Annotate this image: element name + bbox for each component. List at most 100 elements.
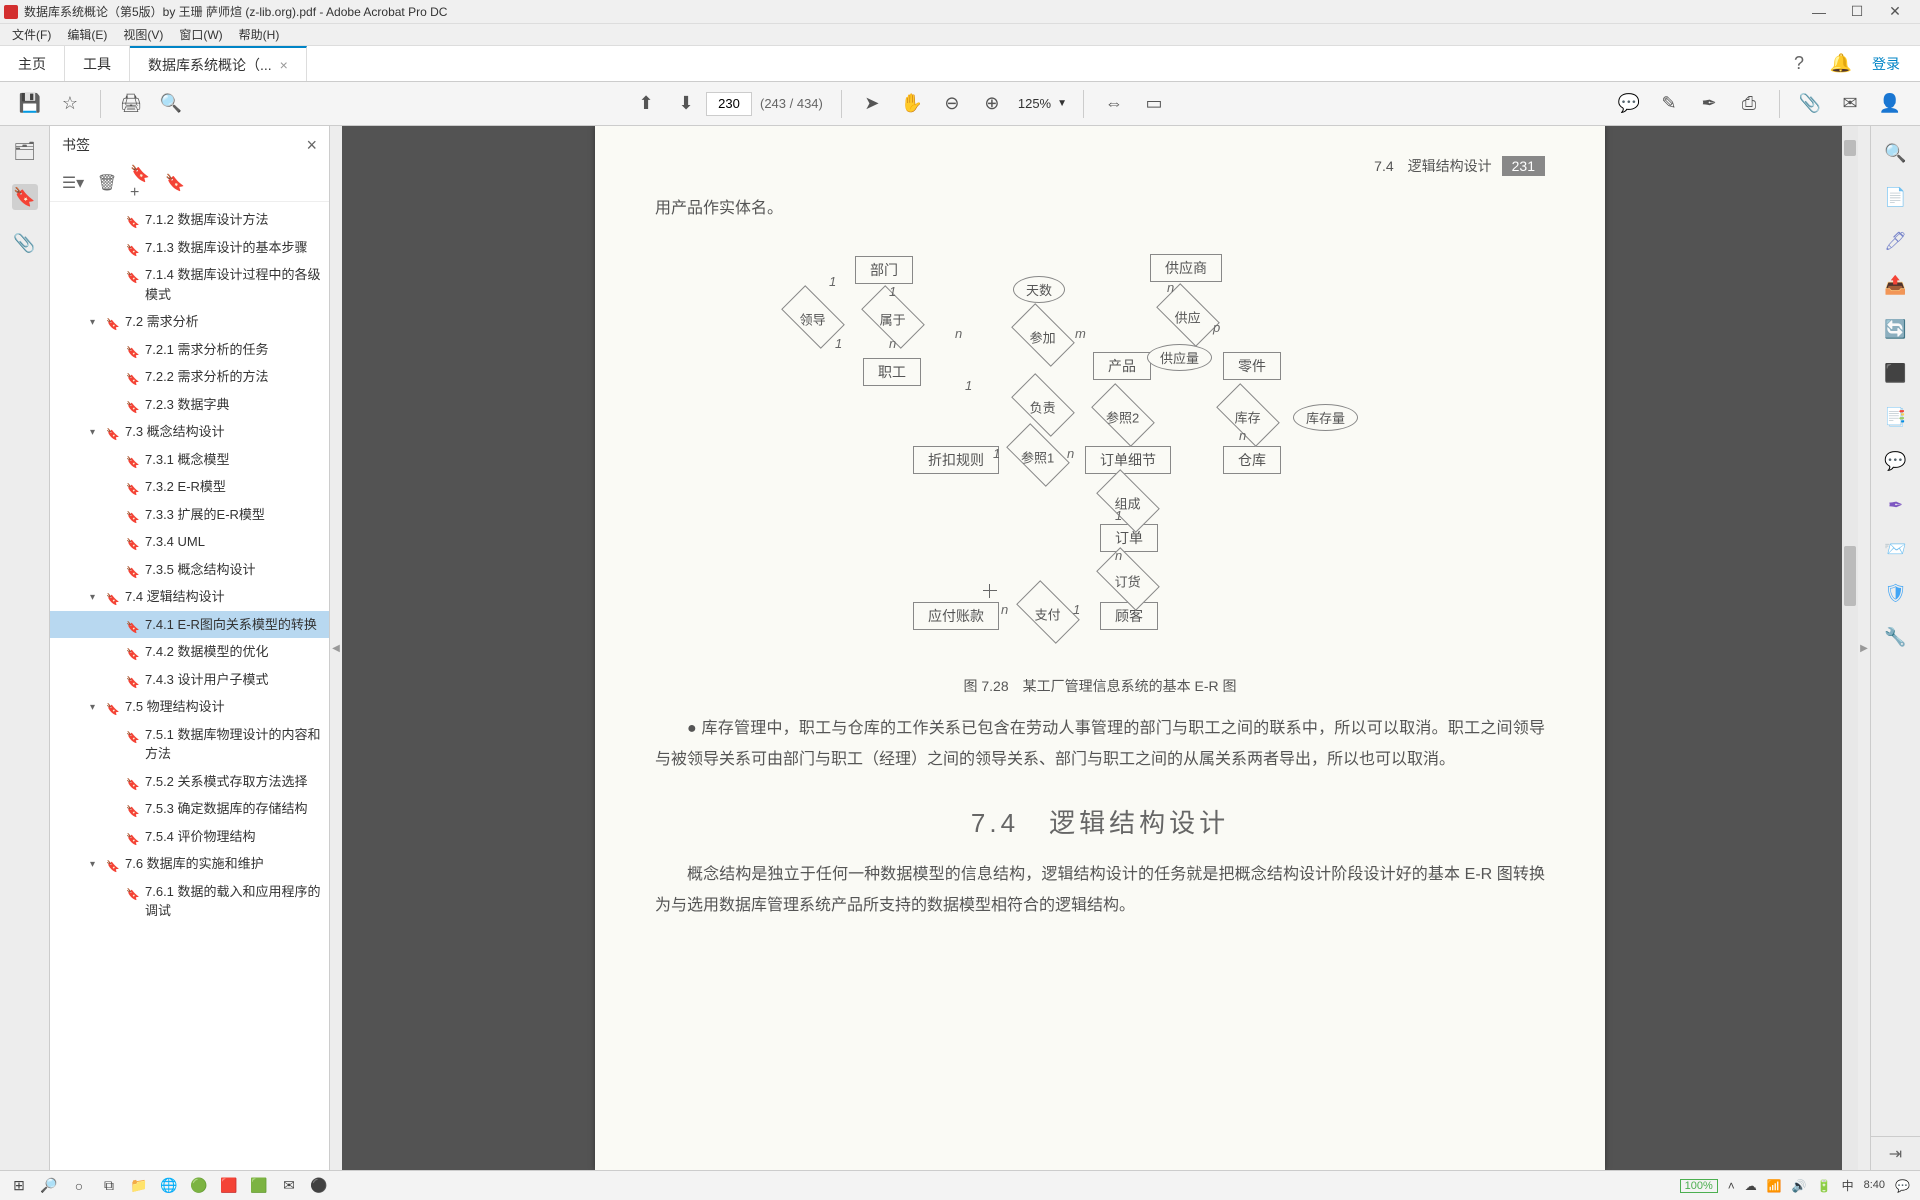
- bookmark-item[interactable]: 7.1.3 数据库设计的基本步骤: [50, 234, 329, 262]
- sign-icon[interactable]: ✒: [1695, 90, 1723, 118]
- combine-icon[interactable]: ⬛: [1883, 360, 1909, 386]
- taskview-icon[interactable]: ⧉: [94, 1173, 124, 1199]
- vertical-scrollbar[interactable]: [1842, 126, 1858, 1170]
- help-icon[interactable]: ?: [1788, 53, 1810, 75]
- bookmark-item[interactable]: ▾7.3 概念结构设计: [50, 418, 329, 446]
- fit-width-icon[interactable]: ⇔: [1100, 90, 1128, 118]
- bookmark-item[interactable]: ▾7.2 需求分析: [50, 308, 329, 336]
- bookmark-item[interactable]: 7.1.2 数据库设计方法: [50, 206, 329, 234]
- tray-cloud-icon[interactable]: ☁: [1745, 1179, 1757, 1193]
- create-pdf-icon[interactable]: 📄: [1883, 184, 1909, 210]
- tray-up-icon[interactable]: ˄: [1728, 1179, 1735, 1193]
- zoom-out-icon[interactable]: ⊖: [938, 90, 966, 118]
- explorer-icon[interactable]: 📁: [124, 1173, 154, 1199]
- zoom-in-icon[interactable]: ⊕: [978, 90, 1006, 118]
- edge-icon[interactable]: 🌐: [154, 1173, 184, 1199]
- bookmark-item[interactable]: 7.6.1 数据的载入和应用程序的调试: [50, 878, 329, 925]
- page-number-input[interactable]: [706, 92, 752, 116]
- bookmark-item[interactable]: 7.5.3 确定数据库的存储结构: [50, 795, 329, 823]
- mail-icon[interactable]: ✉: [274, 1173, 304, 1199]
- bookmark-item[interactable]: 7.5.2 关系模式存取方法选择: [50, 768, 329, 796]
- star-icon[interactable]: ☆: [56, 90, 84, 118]
- edit-pdf-icon[interactable]: 🖊: [1883, 228, 1909, 254]
- save-icon[interactable]: 💾: [16, 90, 44, 118]
- obs-icon[interactable]: ⚫: [304, 1173, 334, 1199]
- thumbnails-icon[interactable]: 🗂: [12, 138, 38, 164]
- menu-edit[interactable]: 编辑(E): [59, 26, 115, 43]
- tab-tools[interactable]: 工具: [65, 46, 130, 81]
- menu-window[interactable]: 窗口(W): [171, 26, 230, 43]
- expand-right-icon[interactable]: ⇥: [1871, 1136, 1920, 1170]
- bm-options-icon[interactable]: ☰▾: [62, 172, 84, 194]
- tray-volume-icon[interactable]: 🔊: [1792, 1179, 1807, 1193]
- share-icon[interactable]: 📎: [1796, 90, 1824, 118]
- bookmark-item[interactable]: 7.5.4 评价物理结构: [50, 823, 329, 851]
- bookmark-item[interactable]: 7.2.1 需求分析的任务: [50, 336, 329, 364]
- search-icon[interactable]: 🔍: [157, 90, 185, 118]
- bookmark-item[interactable]: 7.3.4 UML: [50, 528, 329, 556]
- bookmark-item[interactable]: 7.2.3 数据字典: [50, 391, 329, 419]
- tray-wifi-icon[interactable]: 📶: [1767, 1179, 1782, 1193]
- page-down-icon[interactable]: ⬇: [672, 90, 700, 118]
- start-icon[interactable]: ⊞: [4, 1173, 34, 1199]
- send-review-icon[interactable]: 📨: [1883, 536, 1909, 562]
- bookmark-toggle-icon[interactable]: ▾: [90, 590, 104, 605]
- bookmark-toggle-icon[interactable]: ▾: [90, 700, 104, 715]
- highlight-icon[interactable]: ✎: [1655, 90, 1683, 118]
- scroll-thumb[interactable]: [1844, 546, 1856, 606]
- bookmark-item[interactable]: 7.3.3 扩展的E-R模型: [50, 501, 329, 529]
- tray-battery-icon[interactable]: 🔋: [1817, 1179, 1832, 1193]
- login-link[interactable]: 登录: [1872, 54, 1900, 74]
- maximize-button[interactable]: ☐: [1848, 3, 1866, 21]
- bookmark-item[interactable]: ▾7.5 物理结构设计: [50, 693, 329, 721]
- tray-time[interactable]: 8:40: [1864, 1179, 1885, 1191]
- more-tools-icon[interactable]: 🔧: [1883, 624, 1909, 650]
- tray-zoom-badge[interactable]: 100%: [1680, 1179, 1718, 1193]
- menu-file[interactable]: 文件(F): [4, 26, 59, 43]
- tab-close-icon[interactable]: ×: [280, 57, 288, 73]
- pointer-icon[interactable]: ➤: [858, 90, 886, 118]
- bookmark-toggle-icon[interactable]: ▾: [90, 857, 104, 872]
- scroll-up-icon[interactable]: [1844, 140, 1856, 156]
- fill-sign-icon[interactable]: ✒: [1883, 492, 1909, 518]
- menu-view[interactable]: 视图(V): [115, 26, 171, 43]
- email-icon[interactable]: ✉: [1836, 90, 1864, 118]
- bm-delete-icon[interactable]: 🗑: [96, 172, 118, 194]
- close-panel-icon[interactable]: ×: [306, 135, 317, 156]
- minimize-button[interactable]: —: [1810, 3, 1828, 21]
- hand-icon[interactable]: ✋: [898, 90, 926, 118]
- print-icon[interactable]: 🖨: [117, 90, 145, 118]
- wechat-icon[interactable]: 🟩: [244, 1173, 274, 1199]
- export-pdf-icon[interactable]: 📤: [1883, 272, 1909, 298]
- attachments-icon[interactable]: 📎: [12, 230, 38, 256]
- bookmarks-icon[interactable]: 🔖: [12, 184, 38, 210]
- bookmark-item[interactable]: 7.5.1 数据库物理设计的内容和方法: [50, 721, 329, 768]
- notification-icon[interactable]: 🔔: [1830, 53, 1852, 75]
- redact-icon[interactable]: 📑: [1883, 404, 1909, 430]
- fit-page-icon[interactable]: ▭: [1140, 90, 1168, 118]
- comment-icon[interactable]: 💬: [1615, 90, 1643, 118]
- bookmark-toggle-icon[interactable]: ▾: [90, 315, 104, 330]
- bookmark-item[interactable]: 7.3.1 概念模型: [50, 446, 329, 474]
- tab-home[interactable]: 主页: [0, 46, 65, 81]
- bookmark-item[interactable]: 7.4.1 E-R图向关系模型的转换: [50, 611, 329, 639]
- bookmark-toggle-icon[interactable]: ▾: [90, 425, 104, 440]
- menu-help[interactable]: 帮助(H): [231, 26, 288, 43]
- bm-find-icon[interactable]: 🔖: [164, 172, 186, 194]
- collapse-sidebar-handle[interactable]: ◀: [330, 126, 342, 1170]
- tray-notifications-icon[interactable]: 💬: [1895, 1179, 1910, 1193]
- search-taskbar-icon[interactable]: 🔎: [34, 1173, 64, 1199]
- close-button[interactable]: ✕: [1886, 3, 1904, 21]
- bookmark-item[interactable]: 7.4.3 设计用户子模式: [50, 666, 329, 694]
- bookmark-item[interactable]: 7.4.2 数据模型的优化: [50, 638, 329, 666]
- people-icon[interactable]: 👤: [1876, 90, 1904, 118]
- bookmark-item[interactable]: ▾7.6 数据库的实施和维护: [50, 850, 329, 878]
- collapse-right-handle[interactable]: ▶: [1858, 126, 1870, 1170]
- bookmark-item[interactable]: 7.3.5 概念结构设计: [50, 556, 329, 584]
- stamp-icon[interactable]: ⎙: [1735, 90, 1763, 118]
- organize-icon[interactable]: 🔄: [1883, 316, 1909, 342]
- zoom-dropdown[interactable]: 125% ▼: [1012, 96, 1073, 111]
- comment-tool-icon[interactable]: 💬: [1883, 448, 1909, 474]
- bookmark-item[interactable]: 7.1.4 数据库设计过程中的各级模式: [50, 261, 329, 308]
- tab-document[interactable]: 数据库系统概论（... ×: [130, 46, 307, 81]
